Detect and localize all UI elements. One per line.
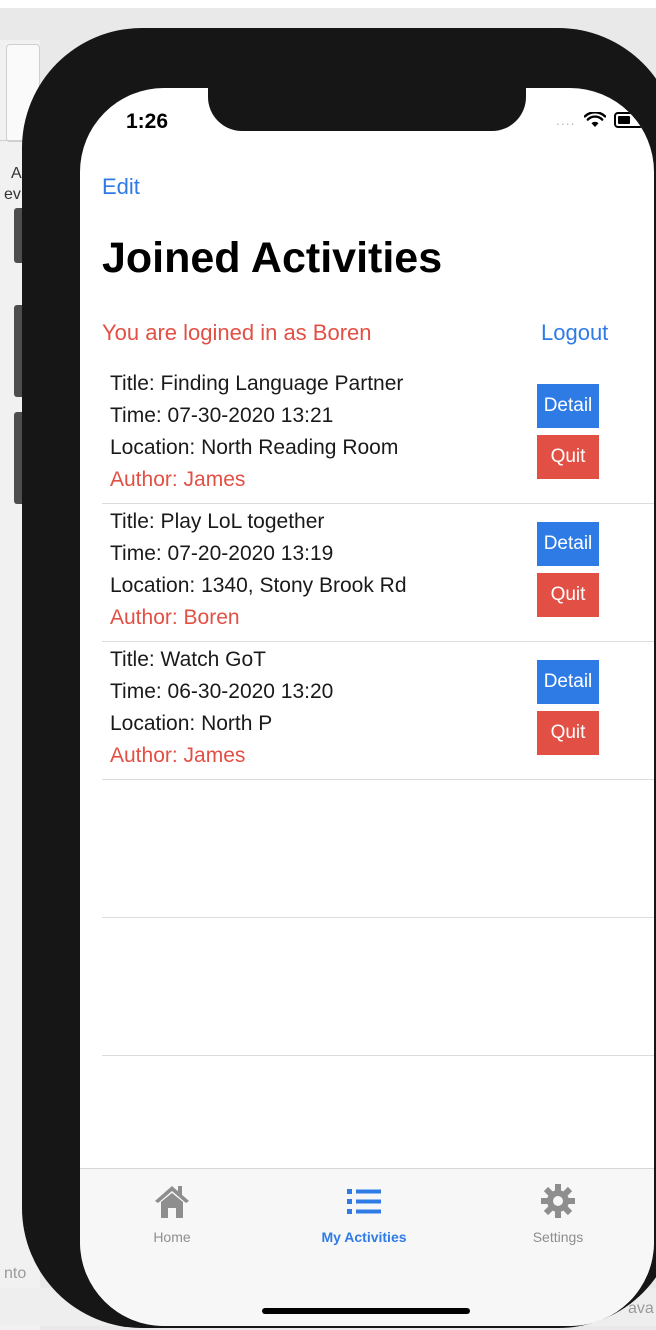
quit-button[interactable]: Quit — [537, 711, 599, 755]
tab-label: Settings — [532, 1229, 584, 1245]
phone-screen: 1:26 .... Edit Joined Activities You are… — [80, 88, 654, 1326]
activity-row: Title: Play LoL together Time: 07-20-202… — [102, 504, 654, 642]
activity-time: Time: 07-20-2020 13:19 — [110, 542, 334, 565]
activity-author: Author: James — [110, 468, 246, 491]
edit-button[interactable]: Edit — [102, 174, 140, 200]
activity-row: Title: Finding Language Partner Time: 07… — [102, 366, 654, 504]
quit-button[interactable]: Quit — [537, 573, 599, 617]
notch — [208, 88, 526, 131]
activity-list: Title: Finding Language Partner Time: 07… — [102, 366, 654, 1194]
activity-time: Time: 06-30-2020 13:20 — [110, 680, 334, 703]
detail-button[interactable]: Detail — [537, 660, 599, 704]
desktop-text-fragment: nto — [4, 1265, 27, 1282]
phone-frame: 1:26 .... Edit Joined Activities You are… — [22, 28, 656, 1328]
desktop-text-fragment: ev — [4, 186, 21, 203]
empty-row — [102, 918, 654, 1056]
house-icon — [155, 1186, 189, 1218]
tab-label: My Activities — [321, 1229, 407, 1245]
login-status-text: You are logined in as Boren — [102, 320, 372, 345]
logout-button[interactable]: Logout — [541, 320, 608, 346]
list-icon — [347, 1189, 381, 1214]
detail-button[interactable]: Detail — [537, 522, 599, 566]
activity-title: Title: Finding Language Partner — [110, 372, 404, 395]
wifi-icon — [583, 112, 606, 127]
signal-icon: .... — [556, 112, 576, 128]
tab-my-activities[interactable]: My Activities — [294, 1169, 434, 1259]
activity-row: Title: Watch GoT Time: 06-30-2020 13:20 … — [102, 642, 654, 780]
empty-row — [102, 780, 654, 918]
tab-label: Home — [153, 1229, 191, 1245]
activity-location: Location: North P — [110, 712, 273, 735]
battery-icon — [613, 112, 647, 128]
page-title: Joined Activities — [102, 234, 443, 282]
desktop-text-fragment: A — [11, 165, 22, 182]
detail-button[interactable]: Detail — [537, 384, 599, 428]
status-time: 1:26 — [126, 110, 169, 133]
tab-bar: Home My Activities Settings — [80, 1168, 654, 1326]
home-indicator[interactable] — [262, 1308, 470, 1314]
status-indicators: .... — [556, 112, 647, 128]
tab-settings[interactable]: Settings — [488, 1169, 628, 1259]
activity-location: Location: North Reading Room — [110, 436, 399, 459]
activity-author: Author: Boren — [110, 606, 240, 629]
activity-author: Author: James — [110, 744, 246, 767]
activity-location: Location: 1340, Stony Brook Rd — [110, 574, 407, 597]
desktop-top-strip — [0, 0, 656, 8]
activity-title: Title: Play LoL together — [110, 510, 325, 533]
tab-home[interactable]: Home — [102, 1169, 242, 1259]
gear-icon — [541, 1184, 575, 1218]
activity-title: Title: Watch GoT — [110, 648, 266, 671]
activity-time: Time: 07-30-2020 13:21 — [110, 404, 334, 427]
quit-button[interactable]: Quit — [537, 435, 599, 479]
